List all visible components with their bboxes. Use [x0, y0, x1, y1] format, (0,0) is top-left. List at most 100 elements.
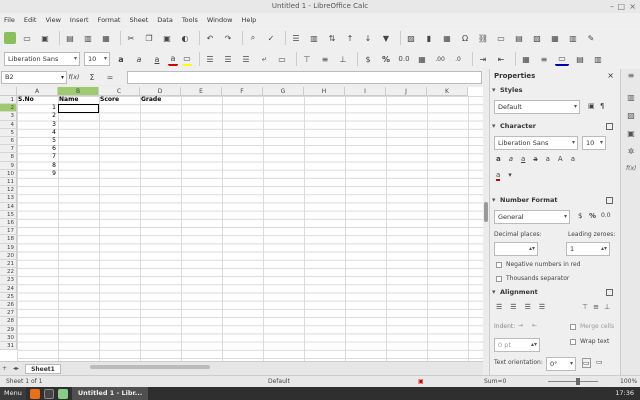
text-stacked-icon[interactable]: ▭ [582, 358, 591, 368]
taskbar-window-calc[interactable]: Untitled 1 - Libr... [71, 387, 149, 400]
decrease-indent-icon[interactable]: ⇤ [494, 52, 508, 66]
add-decimal-icon[interactable]: .00 [433, 52, 447, 66]
underline-icon[interactable]: a [150, 52, 164, 66]
menu-format[interactable]: Format [98, 16, 121, 24]
close-sidebar-icon[interactable]: × [607, 71, 614, 80]
hide-column-icon[interactable]: ▥ [591, 52, 605, 66]
increase-indent-sidebar-icon[interactable]: ⇥ [518, 322, 523, 329]
sum-icon[interactable]: Σ [85, 70, 99, 84]
sidebar-justify-icon[interactable]: ☰ [539, 303, 545, 311]
row-header-6[interactable]: 6 [0, 137, 17, 146]
row-header-26[interactable]: 26 [0, 301, 17, 310]
zoom-slider[interactable] [548, 381, 598, 382]
maximize-icon[interactable]: □ [617, 0, 625, 13]
row-header-30[interactable]: 30 [0, 333, 17, 342]
more-options-icon[interactable] [606, 289, 613, 296]
styles-header[interactable]: Styles [490, 85, 621, 96]
cell-area[interactable] [17, 96, 483, 361]
negative-red-checkbox[interactable]: Negative numbers in red [496, 261, 581, 268]
sidebar-grow-font-icon[interactable]: A [558, 155, 563, 163]
export-pdf-icon[interactable]: ▤ [63, 31, 77, 45]
spelling-icon[interactable]: ✓ [264, 31, 278, 45]
row-header-16[interactable]: 16 [0, 219, 17, 228]
row-header-25[interactable]: 25 [0, 292, 17, 301]
merge-center-icon[interactable]: ▭ [275, 52, 289, 66]
print-preview-icon[interactable]: ▦ [99, 31, 113, 45]
sidebar-size-combo[interactable]: 10 ▾ [582, 136, 606, 150]
function-wizard-icon[interactable]: f(x) [67, 70, 81, 84]
sidebar-align-bottom-icon[interactable]: ⊥ [604, 303, 610, 311]
align-center-icon[interactable]: ☰ [221, 52, 235, 66]
row-header-15[interactable]: 15 [0, 210, 17, 219]
sno-cell[interactable]: 6 [18, 145, 56, 153]
name-box[interactable]: B2 ▾ [1, 70, 67, 84]
align-left-icon[interactable]: ☰ [203, 52, 217, 66]
text-orientation-combo[interactable]: 0° ▾ [546, 357, 576, 371]
column-header-f[interactable]: F [222, 87, 263, 96]
column-header-j[interactable]: J [386, 87, 427, 96]
chart-icon[interactable]: ▮ [422, 31, 436, 45]
row-header-14[interactable]: 14 [0, 202, 17, 211]
column-header-h[interactable]: H [304, 87, 345, 96]
formula-icon[interactable]: = [103, 70, 117, 84]
delete-decimal-icon[interactable]: .0 [451, 52, 465, 66]
hyperlink-icon[interactable]: ⛓ [476, 31, 490, 45]
define-print-area-icon[interactable]: ▧ [530, 31, 544, 45]
character-header[interactable]: Character [490, 121, 621, 132]
sidebar-font-color-icon[interactable]: a [496, 171, 501, 181]
currency-format-icon[interactable]: $ [361, 52, 375, 66]
sidebar-currency-icon[interactable]: $ [578, 212, 582, 220]
font-name-combo[interactable]: Liberation Sans ▾ [4, 52, 80, 66]
split-window-icon[interactable]: ▥ [566, 31, 580, 45]
headers-footers-icon[interactable]: ▤ [512, 31, 526, 45]
row-header-17[interactable]: 17 [0, 227, 17, 236]
new-icon[interactable] [4, 32, 16, 44]
sort-icon[interactable]: ⇅ [325, 31, 339, 45]
column-header-e[interactable]: E [181, 87, 222, 96]
selected-cell-cursor[interactable] [58, 104, 99, 113]
menu-window[interactable]: Window [207, 16, 233, 24]
menu-tools[interactable]: Tools [182, 16, 198, 24]
new-style-icon[interactable]: ¶ [600, 102, 604, 110]
thousands-separator-checkbox[interactable]: Thousands separator [496, 275, 569, 282]
sidebar-align-right-icon[interactable]: ☰ [525, 303, 531, 311]
column-header-b[interactable]: B [58, 87, 99, 96]
redo-icon[interactable]: ↷ [221, 31, 235, 45]
header-cell-name[interactable]: Name [59, 96, 78, 104]
open-icon[interactable]: ▭ [20, 31, 34, 45]
align-right-icon[interactable]: ☰ [239, 52, 253, 66]
column-header-k[interactable]: K [427, 87, 468, 96]
horizontal-scrollbar[interactable] [90, 365, 210, 369]
save-icon[interactable]: ▣ [38, 31, 52, 45]
sidebar-number-icon[interactable]: 0.0 [601, 212, 611, 219]
sidebar-shrink-font-icon[interactable]: a [571, 155, 575, 163]
functions-deck-icon[interactable]: f(x) [626, 165, 636, 172]
sno-cell[interactable]: 8 [18, 162, 56, 170]
conditional-format-icon[interactable]: ▤ [573, 52, 587, 66]
row-header-2[interactable]: 2 [0, 104, 17, 113]
row-header-29[interactable]: 29 [0, 325, 17, 334]
image-icon[interactable]: ▨ [404, 31, 418, 45]
align-bottom-icon[interactable]: ⊥ [336, 52, 350, 66]
row-header-9[interactable]: 9 [0, 161, 17, 170]
sidebar-font-combo[interactable]: Liberation Sans ▾ [494, 136, 578, 150]
border-style-icon[interactable]: ≡ [537, 52, 551, 66]
wrap-text-checkbox[interactable]: Wrap text [570, 338, 609, 345]
row-header-18[interactable]: 18 [0, 235, 17, 244]
center-vertically-icon[interactable]: ≡ [318, 52, 332, 66]
chevron-down-icon[interactable]: ▾ [508, 171, 512, 179]
style-update-icon[interactable]: ▣ [588, 102, 595, 110]
row-header-24[interactable]: 24 [0, 284, 17, 293]
row-header-19[interactable]: 19 [0, 243, 17, 252]
bold-icon[interactable]: a [114, 52, 128, 66]
vertical-scroll-thumb[interactable] [484, 202, 488, 222]
clone-formatting-icon[interactable]: ◐ [178, 31, 192, 45]
font-size-combo[interactable]: 10 ▾ [84, 52, 110, 66]
sidebar-percent-icon[interactable]: % [589, 212, 596, 220]
row-icon[interactable]: ☰ [289, 31, 303, 45]
column-header-a[interactable]: A [17, 87, 58, 96]
status-page-style[interactable]: Default [268, 376, 290, 387]
close-icon[interactable]: × [629, 0, 636, 13]
row-header-4[interactable]: 4 [0, 120, 17, 129]
menu-insert[interactable]: Insert [70, 16, 89, 24]
